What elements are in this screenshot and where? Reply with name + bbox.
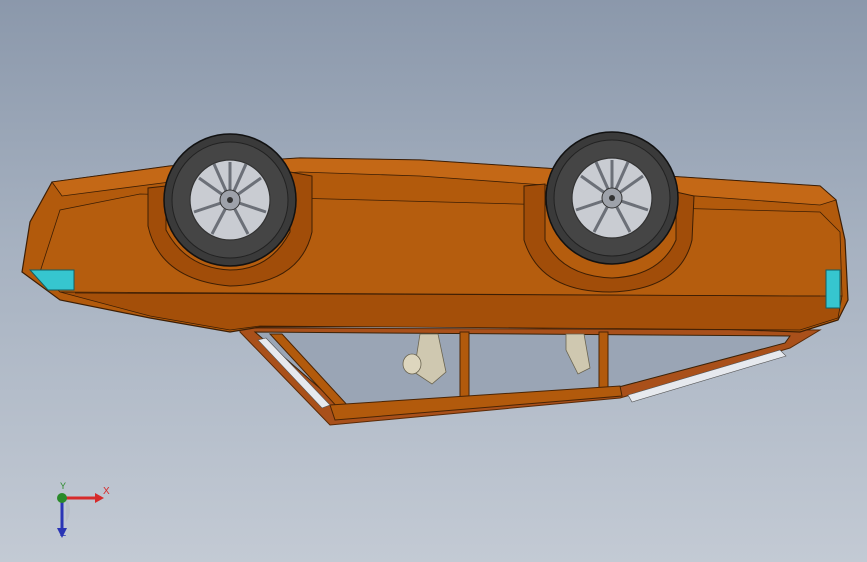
y-axis-label: Y: [60, 481, 67, 491]
x-axis-label: X: [103, 486, 110, 497]
front-wheel: [163, 133, 297, 267]
car-model[interactable]: [0, 0, 867, 562]
graphics-viewport[interactable]: X Y Z: [0, 0, 867, 562]
car-body: [21, 157, 849, 333]
rear-wheel: [545, 131, 679, 265]
coordinate-triad: X Y Z: [40, 478, 120, 548]
z-axis-label: Z: [60, 528, 67, 539]
window-frame: [239, 327, 822, 426]
